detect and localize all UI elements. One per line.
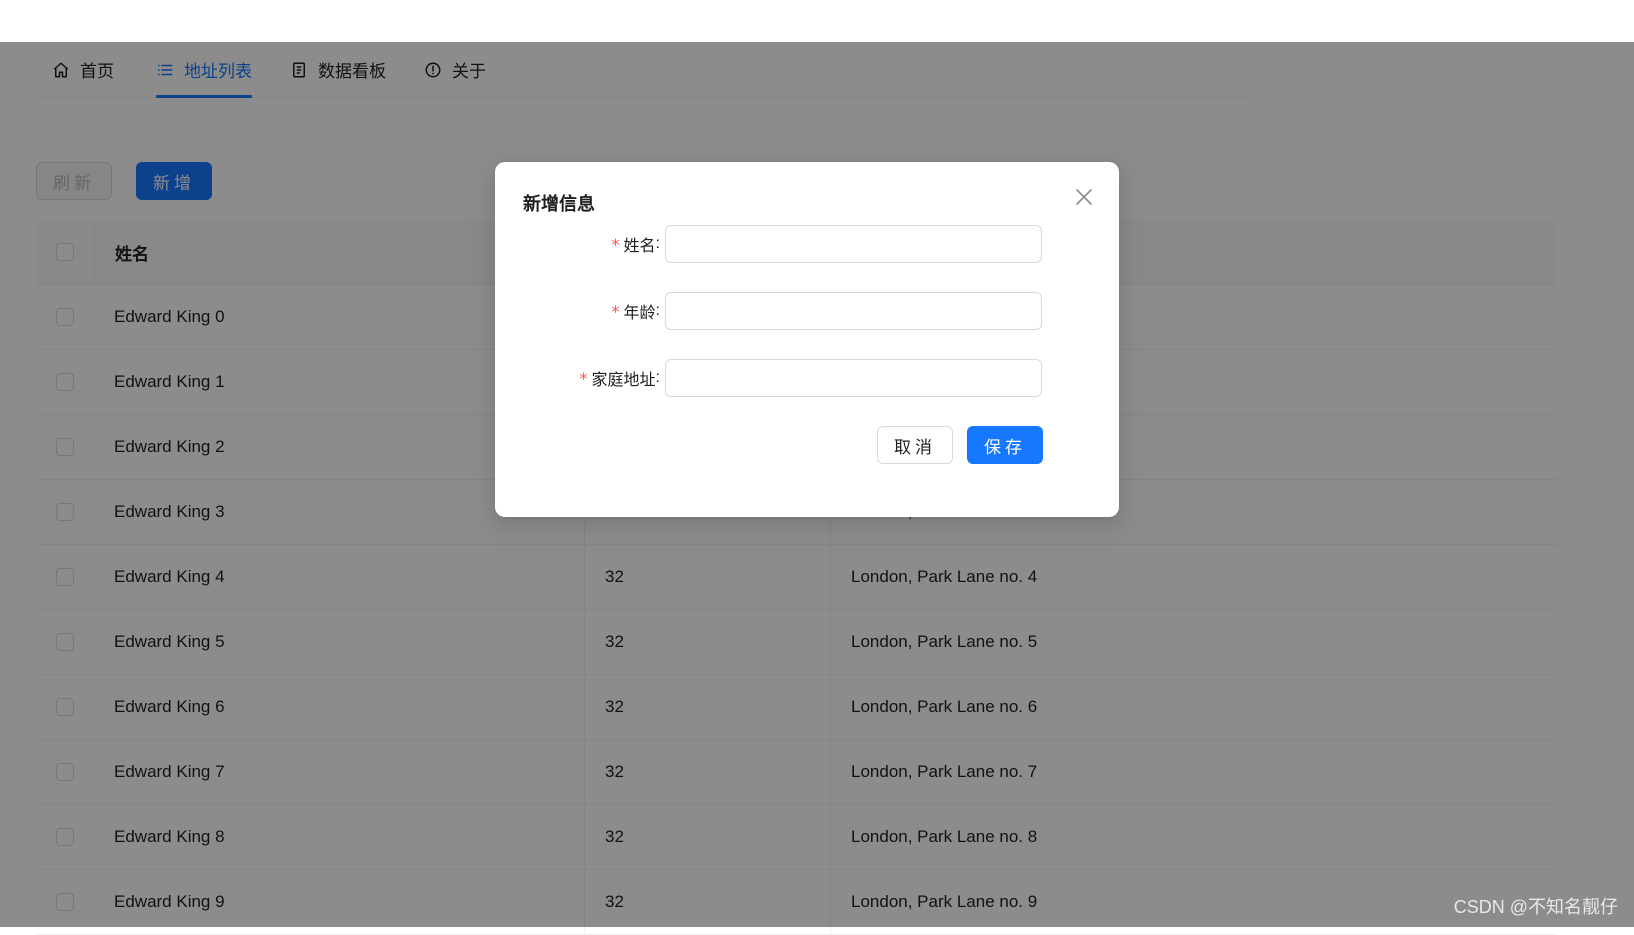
form-item-address: * 家庭地址: [495,359,1119,397]
form-label-address: * 家庭地址: [580,359,660,397]
label-text: 年龄 [623,305,656,322]
form-item-age: * 年龄: [495,292,1119,330]
form-label-name: * 姓名: [612,225,660,263]
form-label-age: * 年龄: [612,292,660,330]
name-input[interactable] [665,225,1042,263]
add-info-modal: 新增信息 * 姓名: * 年龄: * 家庭地址: 取消 保存 [495,162,1119,517]
form-item-name: * 姓名: [495,225,1119,263]
watermark: CSDN @不知名靓仔 [1453,897,1618,917]
modal-title: 新增信息 [523,194,595,214]
required-mark: * [579,368,588,388]
top-bar [0,0,1634,42]
age-input[interactable] [665,292,1042,330]
required-mark: * [611,301,620,321]
save-button[interactable]: 保存 [967,426,1043,464]
required-mark: * [611,234,620,254]
cancel-button[interactable]: 取消 [877,426,953,464]
modal-close-button[interactable] [1071,184,1097,210]
label-text: 家庭地址 [591,372,656,389]
close-icon [1076,189,1092,205]
label-text: 姓名 [623,238,656,255]
address-input[interactable] [665,359,1042,397]
